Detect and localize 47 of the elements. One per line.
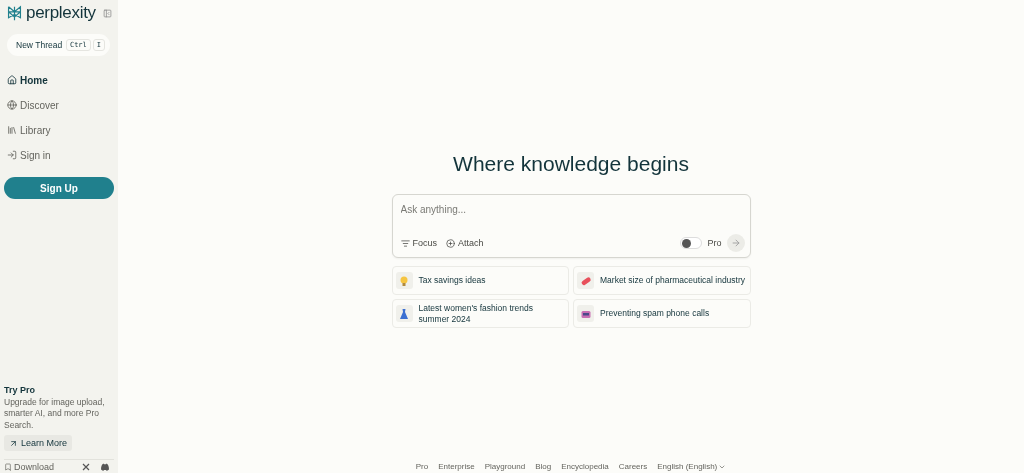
suggestion-text: Preventing spam phone calls xyxy=(600,308,710,319)
footer-link[interactable]: Careers xyxy=(618,462,648,471)
discord-icon[interactable] xyxy=(100,462,110,471)
arrow-icon xyxy=(9,438,18,448)
logo-text: perplexity xyxy=(26,3,96,23)
footer-link[interactable]: Blog xyxy=(535,462,552,471)
ask-input[interactable]: Ask anything... xyxy=(400,201,745,218)
bookmark-icon xyxy=(4,462,12,471)
sign-in-icon xyxy=(7,150,17,160)
plus-icon xyxy=(446,238,455,248)
nav-item[interactable]: Discover xyxy=(4,96,114,114)
pro-label: Pro xyxy=(707,238,722,248)
promo-title: Try Pro xyxy=(4,384,36,395)
footer-link[interactable]: Encyclopedia xyxy=(561,462,609,471)
suggestion-text: Market size of pharmaceutical industry xyxy=(600,275,746,286)
page-heading: Where knowledge begins xyxy=(453,152,689,176)
suggestion-card[interactable]: Preventing spam phone calls xyxy=(573,299,751,328)
footer-link[interactable]: Pro xyxy=(415,462,429,471)
nav-item[interactable]: Library xyxy=(4,121,114,139)
logo-icon xyxy=(6,4,23,22)
search-box[interactable]: Ask anything... Focus Attach Pro xyxy=(391,194,751,258)
download-link[interactable]: Download xyxy=(4,461,55,472)
library-icon xyxy=(7,125,17,135)
filter-icon xyxy=(400,238,410,248)
suggestion-card[interactable]: Latest women's fashion trends summer 2024 xyxy=(391,299,569,328)
dress-icon xyxy=(398,307,410,320)
attach-button[interactable]: Attach xyxy=(446,238,484,248)
suggestion-card[interactable]: Tax savings ideas xyxy=(391,266,569,295)
x-logo-icon[interactable] xyxy=(82,462,90,471)
focus-button[interactable]: Focus xyxy=(400,238,437,248)
learn-more-button[interactable]: Learn More xyxy=(4,435,73,451)
home-icon xyxy=(7,75,17,85)
language-selector[interactable]: English (English) xyxy=(657,462,727,471)
lightbulb-icon xyxy=(398,274,410,287)
footer-link[interactable]: Playground xyxy=(484,462,526,471)
pro-toggle[interactable] xyxy=(680,237,703,249)
suggestion-card[interactable]: Market size of pharmaceutical industry xyxy=(573,266,751,295)
sign-up-button[interactable]: Sign Up xyxy=(4,177,114,199)
nav-item[interactable]: Home xyxy=(4,71,114,89)
nav-item[interactable]: Sign in xyxy=(4,146,114,164)
pill-icon xyxy=(579,274,592,287)
promo-text: Upgrade for image upload, smarter AI, and more Pro Search. xyxy=(4,396,106,431)
suggestion-text: Tax savings ideas xyxy=(418,275,486,286)
suggestion-text: Latest women's fashion trends summer 2024 xyxy=(418,302,535,325)
arrow-icon xyxy=(730,238,741,248)
footer-link[interactable]: Enterprise xyxy=(438,462,475,471)
globe-icon xyxy=(7,100,17,110)
